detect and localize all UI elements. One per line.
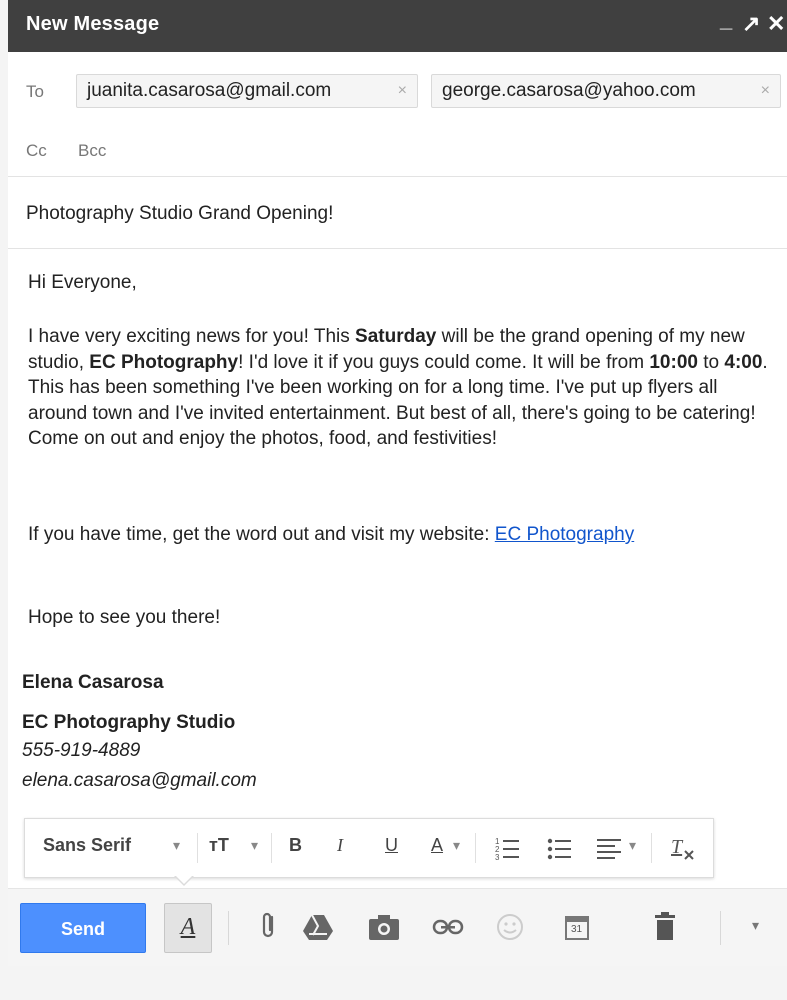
minimize-button[interactable]: _ xyxy=(720,6,732,34)
align-dropdown-icon[interactable]: ▾ xyxy=(629,837,636,854)
toolbar-divider xyxy=(228,911,229,945)
toolbar-divider xyxy=(197,833,198,863)
insert-link-icon[interactable] xyxy=(432,919,464,940)
emoji-icon[interactable] xyxy=(496,913,524,946)
send-button[interactable]: Send xyxy=(20,903,146,953)
toolbar-divider xyxy=(651,833,652,863)
close-button[interactable]: ✕ xyxy=(767,10,785,38)
to-label: To xyxy=(26,82,44,101)
popout-button[interactable]: ↗ xyxy=(742,10,760,38)
cc-bcc-row: Cc Bcc xyxy=(8,128,787,177)
compose-title: New Message xyxy=(26,13,160,35)
italic-button[interactable]: I xyxy=(337,835,343,856)
toolbar-divider xyxy=(271,833,272,863)
toolbar-divider xyxy=(720,911,721,945)
calendar-icon[interactable]: 31 xyxy=(564,913,590,946)
font-family-select[interactable]: Sans Serif xyxy=(43,835,131,856)
compose-action-bar: Send A 31 ▾ xyxy=(8,888,787,966)
subject-text: Photography Studio Grand Opening! xyxy=(26,203,334,224)
formatting-options-button[interactable]: A xyxy=(164,903,212,953)
recipient-email: juanita.casarosa@gmail.com xyxy=(87,80,332,101)
body-paragraph: I have very exciting news for you! This … xyxy=(28,326,768,449)
signature-email: elena.casarosa@gmail.com xyxy=(22,770,257,791)
text-size-icon[interactable]: тT xyxy=(209,835,229,856)
bulleted-list-icon[interactable] xyxy=(547,835,573,866)
attach-file-icon[interactable] xyxy=(260,911,278,946)
compose-window: New Message _ ↗ ✕ To juanita.casarosa@gm… xyxy=(8,0,787,966)
toolbar-pointer xyxy=(174,875,194,886)
remove-recipient-icon[interactable]: × xyxy=(761,75,770,107)
calendar-day: 31 xyxy=(571,924,583,935)
underline-button[interactable]: U xyxy=(385,835,398,856)
greeting: Hi Everyone, xyxy=(28,272,137,293)
color-dropdown-icon[interactable]: ▾ xyxy=(453,837,460,854)
recipient-chip[interactable]: george.casarosa@yahoo.com × xyxy=(431,74,781,108)
subject-field[interactable]: Photography Studio Grand Opening! xyxy=(8,176,787,249)
more-options-icon[interactable]: ▾ xyxy=(752,917,759,934)
to-row[interactable]: To juanita.casarosa@gmail.com × george.c… xyxy=(8,52,787,128)
closing-line: Hope to see you there! xyxy=(28,607,221,628)
numbered-list-icon[interactable]: 123 xyxy=(495,835,521,866)
align-icon[interactable] xyxy=(597,837,623,864)
signature-phone: 555-919-4889 xyxy=(22,740,141,761)
remove-recipient-icon[interactable]: × xyxy=(398,75,407,107)
discard-draft-icon[interactable] xyxy=(654,911,676,946)
text-color-button[interactable]: A xyxy=(431,835,443,856)
bcc-link[interactable]: Bcc xyxy=(78,141,106,161)
formatting-toolbar: Sans Serif ▾ тT ▾ B I U A ▾ 123 ▾ T xyxy=(24,818,714,878)
insert-photo-icon[interactable] xyxy=(368,913,400,946)
google-drive-icon[interactable] xyxy=(302,913,334,946)
font-dropdown-icon[interactable]: ▾ xyxy=(173,837,180,854)
recipient-email: george.casarosa@yahoo.com xyxy=(442,80,696,101)
bold-button[interactable]: B xyxy=(289,835,302,856)
signature-name: Elena Casarosa xyxy=(22,672,164,693)
signature-company: EC Photography Studio xyxy=(22,712,236,733)
recipient-chip[interactable]: juanita.casarosa@gmail.com × xyxy=(76,74,418,108)
toolbar-divider xyxy=(475,833,476,863)
website-link[interactable]: EC Photography xyxy=(495,524,634,545)
message-body[interactable]: Hi Everyone, I have very exciting news f… xyxy=(8,248,787,808)
website-paragraph: If you have time, get the word out and v… xyxy=(28,524,635,545)
clear-formatting-icon[interactable]: T xyxy=(669,833,699,868)
cc-link[interactable]: Cc xyxy=(26,141,47,161)
compose-titlebar[interactable]: New Message _ ↗ ✕ xyxy=(8,0,787,52)
svg-text:T: T xyxy=(671,836,684,858)
svg-text:3: 3 xyxy=(495,853,500,861)
size-dropdown-icon[interactable]: ▾ xyxy=(251,837,258,854)
